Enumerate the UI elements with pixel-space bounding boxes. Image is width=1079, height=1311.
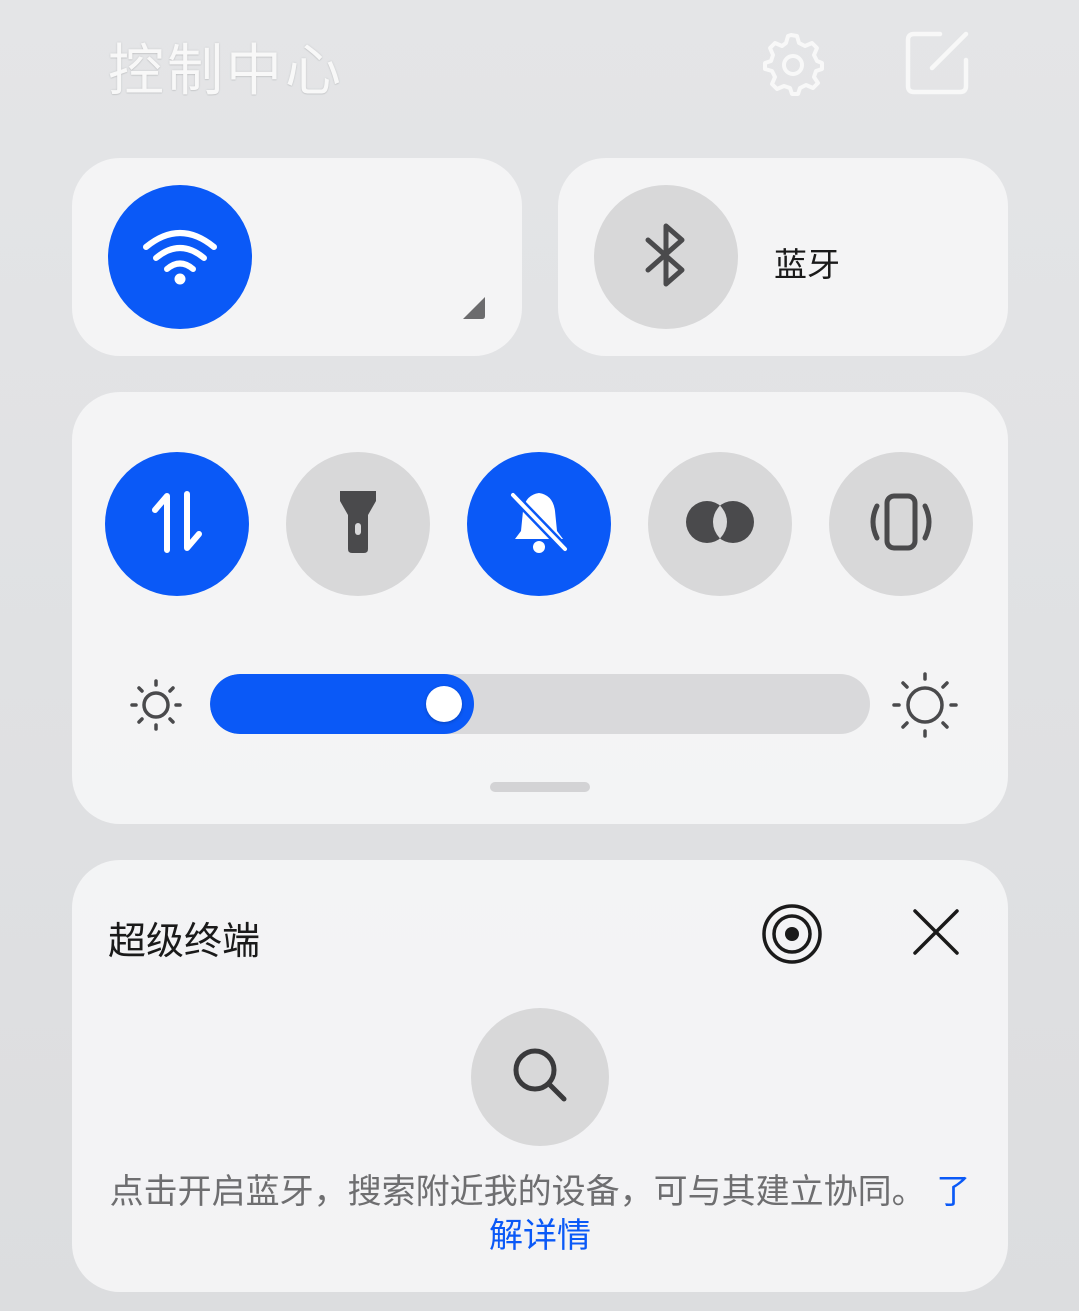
vibrate-toggle[interactable]	[829, 452, 973, 596]
description-text: 点击开启蓝牙，搜索附近我的设备，可与其建立协同。	[109, 1172, 926, 1212]
super-device-description: 点击开启蓝牙，搜索附近我的设备，可与其建立协同。 了解详情	[100, 1170, 980, 1258]
search-icon	[508, 1043, 572, 1111]
edit-icon[interactable]	[902, 28, 972, 98]
search-button[interactable]	[471, 1008, 609, 1146]
bluetooth-icon	[644, 220, 688, 294]
mute-toggle[interactable]	[467, 452, 611, 596]
wifi-toggle[interactable]	[108, 185, 252, 329]
vibrate-phone-icon	[865, 492, 937, 556]
wifi-network-name	[288, 232, 414, 288]
sun-large-icon	[891, 671, 959, 739]
overlapping-circles-icon	[682, 497, 758, 551]
expand-handle[interactable]	[490, 782, 590, 792]
super-device-title: 超级终端	[108, 919, 261, 963]
bell-off-icon	[507, 489, 571, 559]
brightness-slider[interactable]	[210, 674, 870, 734]
page-title: 控制中心	[108, 39, 344, 104]
bluetooth-toggle[interactable]	[594, 185, 738, 329]
mobile-data-toggle[interactable]	[105, 452, 249, 596]
close-icon[interactable]	[910, 906, 962, 958]
eye-comfort-toggle[interactable]	[648, 452, 792, 596]
gear-icon[interactable]	[756, 28, 826, 98]
flashlight-icon	[336, 487, 380, 561]
sun-small-icon	[128, 677, 184, 733]
bluetooth-label: 蓝牙	[774, 245, 840, 284]
wifi-icon	[142, 225, 218, 289]
flashlight-toggle[interactable]	[286, 452, 430, 596]
radar-icon[interactable]	[760, 902, 824, 966]
data-transfer-icon	[149, 490, 205, 558]
brightness-knob[interactable]	[426, 686, 462, 722]
signal-corner-icon	[460, 294, 488, 322]
